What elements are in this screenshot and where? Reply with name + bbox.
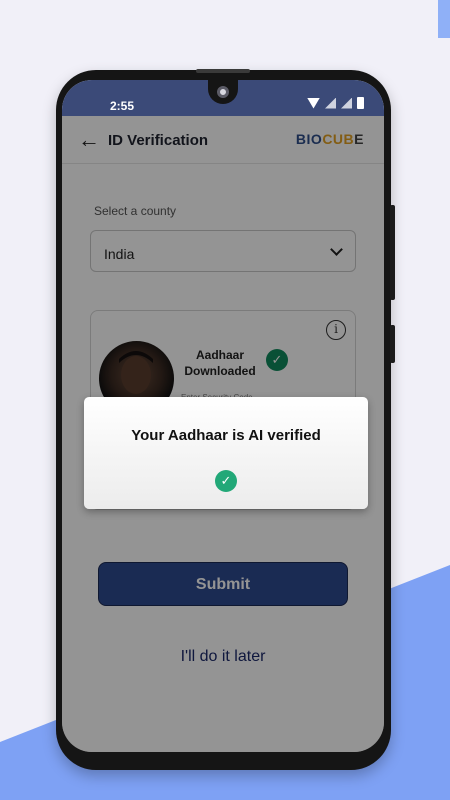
volume-button [390, 205, 395, 300]
power-button [390, 325, 395, 363]
status-bar: 2:55 [62, 80, 384, 116]
wifi-icon [307, 97, 320, 109]
dialog-message: Your Aadhaar is AI verified [131, 427, 321, 444]
phone-screen: 2:55 ← ID Verification BIOCUBE Select a … [62, 80, 384, 752]
corner-accent [438, 0, 450, 38]
status-time: 2:55 [110, 99, 135, 113]
signal-icon [341, 97, 352, 109]
verification-dialog: Your Aadhaar is AI verified ✓ [84, 397, 368, 509]
speaker-slit [196, 69, 250, 73]
battery-icon [357, 97, 364, 109]
signal-icon [325, 97, 336, 109]
camera-icon [217, 86, 229, 98]
status-icons [307, 97, 364, 109]
check-circle-icon: ✓ [215, 470, 237, 492]
